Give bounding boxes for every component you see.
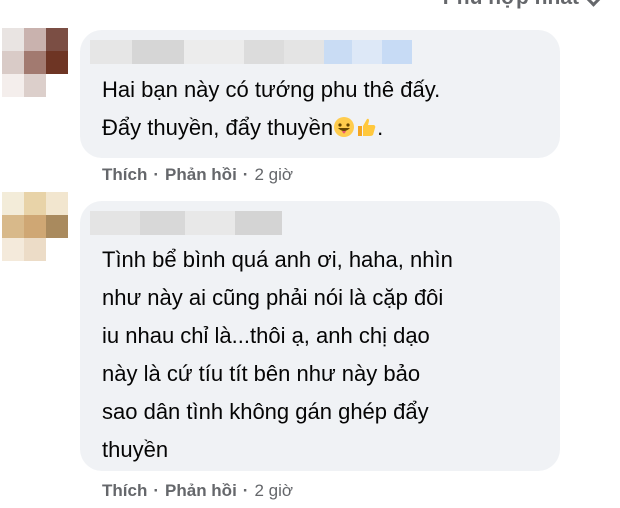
separator: · [153,481,160,500]
avatar[interactable] [2,192,68,262]
comment-bubble: Tình bể bình quá anh ơi, haha, nhìn như … [80,201,560,471]
like-button[interactable]: Thích [102,165,147,185]
separator: · [153,165,160,184]
comment-text: Tình bể bình quá anh ơi, haha, nhìn như … [102,247,453,462]
comment-text: Hai bạn này có tướng phu thê đấy. Đẩy th… [102,71,440,147]
chevron-down-icon [584,0,603,7]
avatar[interactable] [2,28,68,98]
grinning-tongue-emoji-icon [334,117,355,137]
reply-button[interactable]: Phản hồi [165,165,237,185]
timestamp[interactable]: 2 giờ [254,481,293,501]
author-name[interactable] [90,211,282,235]
timestamp[interactable]: 2 giờ [254,165,293,185]
sort-label: Phù hợp nhất [443,0,579,10]
comment-text-suffix: . [377,115,384,140]
author-name[interactable] [90,40,412,64]
thumbs-up-emoji-icon [358,118,376,136]
comment-text-body: Hai bạn này có tướng phu thê đấy. Đẩy th… [102,77,441,140]
separator: · [242,165,249,184]
comment-actions: Thích · Phản hồi · 2 giờ [102,165,293,185]
comment-bubble: Hai bạn này có tướng phu thê đấy. Đẩy th… [80,30,560,158]
reply-button[interactable]: Phản hồi [165,481,237,501]
comment-actions: Thích · Phản hồi · 2 giờ [102,481,293,501]
like-button[interactable]: Thích [102,481,147,501]
separator: · [242,481,249,500]
sort-dropdown[interactable]: Phù hợp nhất [443,0,603,10]
